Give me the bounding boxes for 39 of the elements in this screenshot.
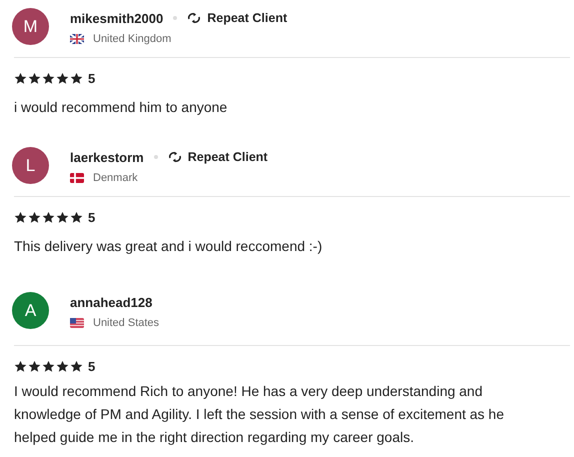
avatar: A [12, 292, 49, 329]
rating-value: 5 [88, 71, 96, 86]
review-text: i would recommend him to anyone [14, 98, 228, 117]
repeat-client-label: Repeat Client [207, 11, 288, 25]
star-icon [28, 360, 41, 373]
star-icon [70, 211, 83, 224]
star-icon [56, 360, 69, 373]
avatar: L [12, 147, 49, 184]
repeat-client-label: Repeat Client [188, 150, 268, 164]
repeat-icon [187, 12, 202, 24]
rating-value: 5 [88, 359, 96, 374]
separator-dot-icon [154, 155, 158, 159]
review-text: This delivery was great and i would reccomend :-) [14, 237, 324, 256]
star-icon [14, 360, 27, 373]
star-icon [14, 72, 27, 85]
star-icon [56, 211, 69, 224]
separator-dot-icon [173, 16, 178, 20]
star-icon [28, 211, 41, 224]
flag-icon [70, 318, 84, 328]
star-icon [14, 211, 27, 224]
username: laerkestorm [70, 150, 144, 164]
country-name: United Kingdom [93, 32, 172, 44]
star-icon [42, 211, 55, 224]
username: annahead128 [70, 294, 152, 310]
star-icon [56, 72, 69, 85]
avatar: M [12, 8, 49, 45]
star-icon [70, 360, 83, 373]
country-name: United States [93, 316, 160, 328]
flag-icon [70, 172, 84, 182]
rating-value: 5 [88, 210, 96, 225]
review-text: I would recommend Rich to anyone! He has a very deep understanding and knowledge of PM and Agility. I left the session with a sense of excitement as he helped guide me in the right direction regarding my career goals. [14, 382, 506, 447]
star-icon [70, 72, 83, 85]
star-icon [42, 360, 55, 373]
flag-icon [70, 34, 84, 44]
star-icon [28, 72, 41, 85]
star-icon [42, 72, 55, 85]
repeat-icon [168, 151, 182, 163]
username: mikesmith2000 [70, 10, 164, 26]
country-name: Denmark [93, 172, 138, 184]
